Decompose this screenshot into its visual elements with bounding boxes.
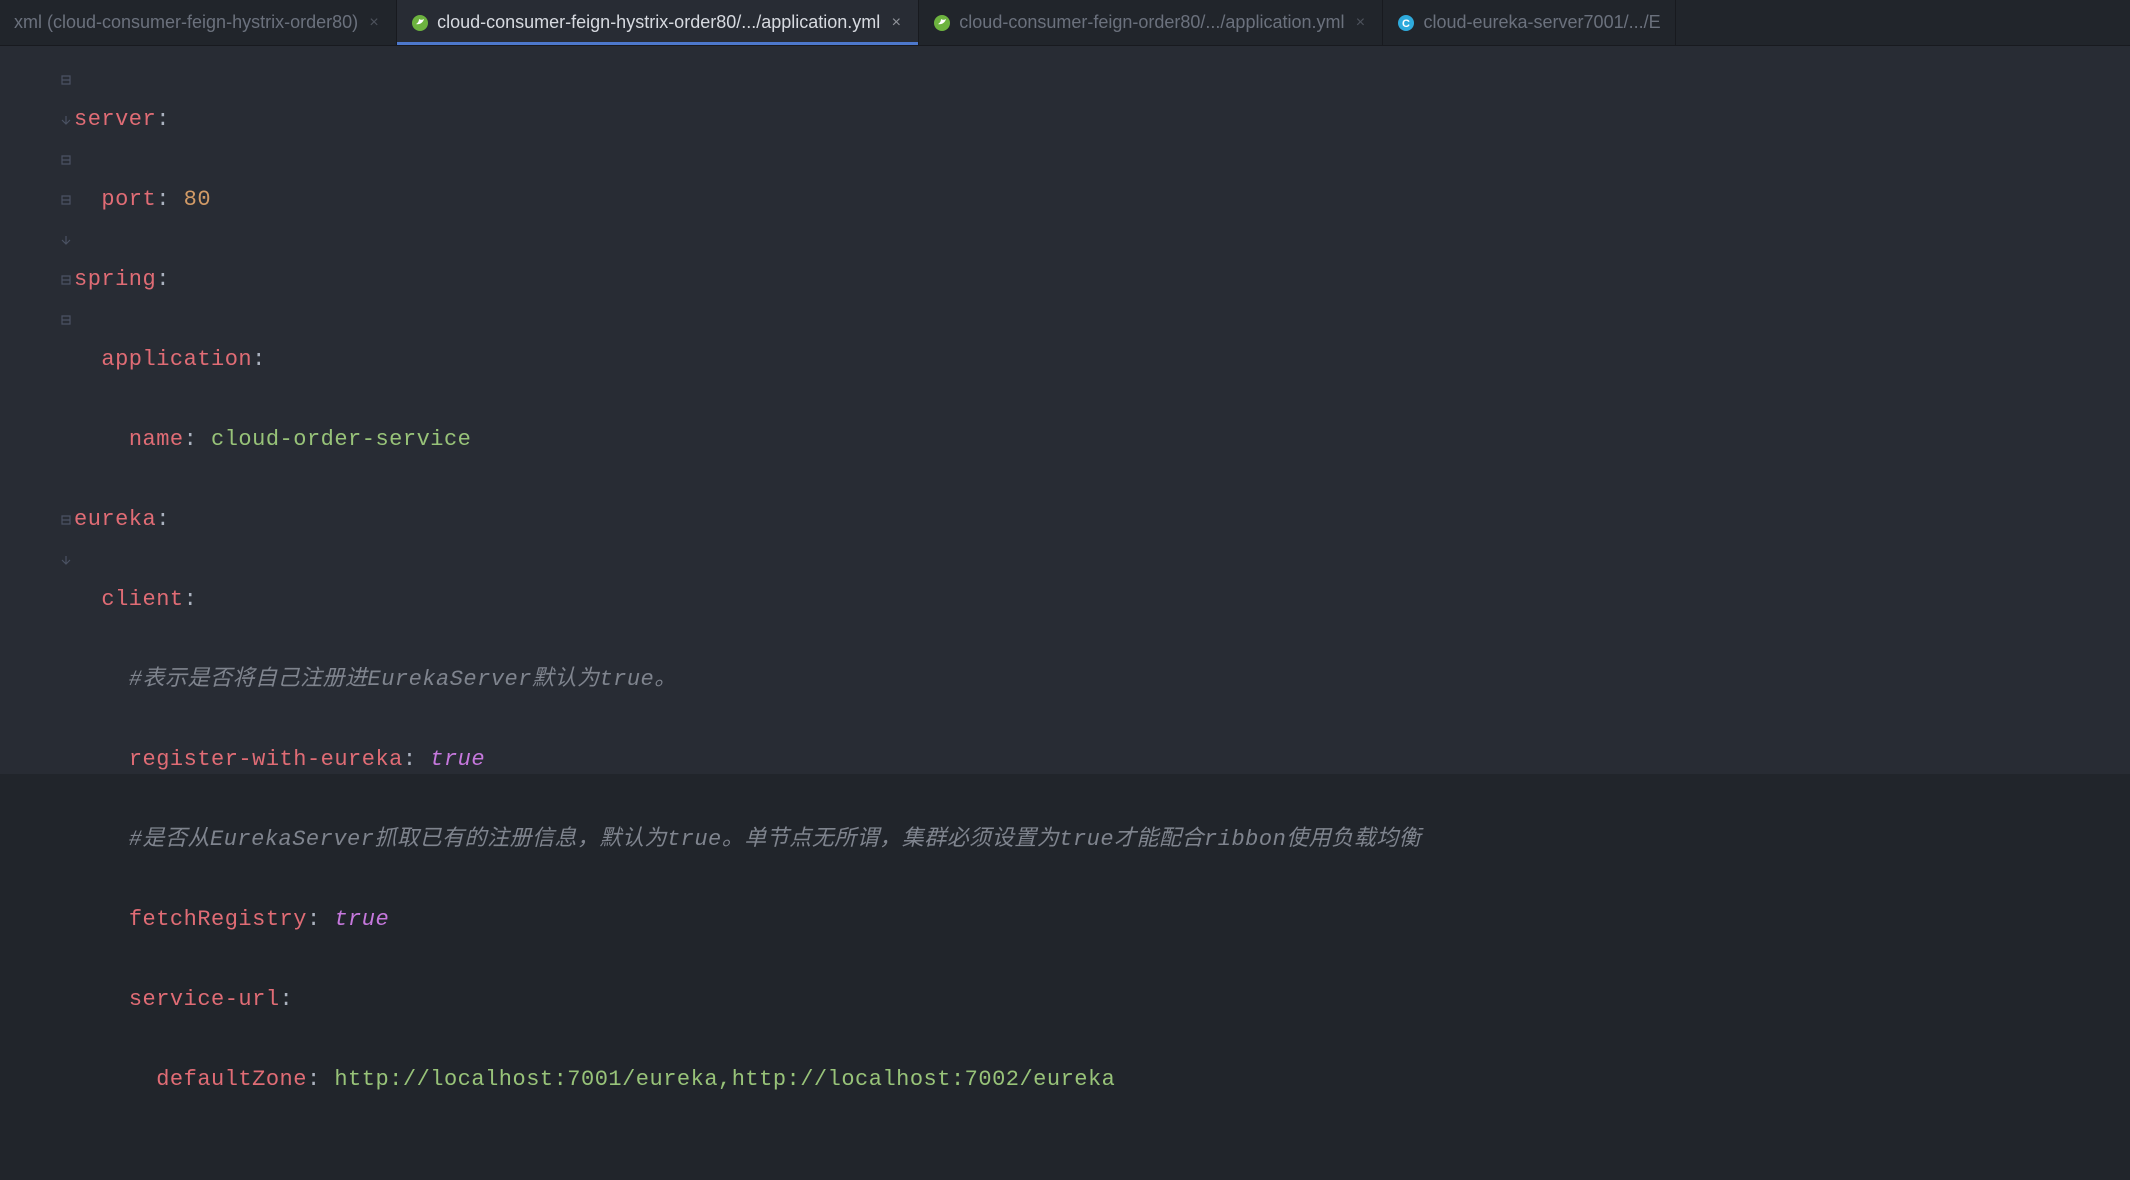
code-line: eureka: [74,500,1421,540]
close-icon[interactable]: × [888,14,904,32]
tab-eureka-server[interactable]: C cloud-eureka-server7001/.../E [1383,0,1675,45]
fold-marker[interactable] [58,60,74,100]
spring-icon [411,14,429,32]
fold-marker[interactable] [58,180,74,220]
yaml-colon: : [156,187,183,212]
code-line: server: [74,100,1421,140]
fold-marker[interactable] [58,260,74,300]
code-line: name: cloud-order-service [74,420,1421,460]
yaml-key: application [101,347,252,372]
editor[interactable]: server: port: 80 spring: application: na… [0,46,2130,774]
tab-label: xml (cloud-consumer-feign-hystrix-order8… [14,12,358,33]
yaml-key: server [74,107,156,132]
yaml-colon: : [156,107,170,132]
yaml-string: cloud-order-service [211,427,471,452]
code-line: #表示是否将自己注册进EurekaServer默认为true。 [74,660,1421,700]
class-icon: C [1397,14,1415,32]
tab-label: cloud-consumer-feign-order80/.../applica… [959,12,1344,33]
tab-label: cloud-eureka-server7001/.../E [1423,12,1660,33]
fold-marker [58,380,74,420]
code-line: #是否从EurekaServer抓取已有的注册信息，默认为true。单节点无所谓… [74,820,1421,860]
yaml-bool: true [430,747,485,772]
close-icon[interactable]: × [1352,14,1368,32]
svg-text:C: C [1403,18,1411,30]
yaml-comment: #表示是否将自己注册进EurekaServer默认为true。 [129,667,677,692]
yaml-colon: : [184,587,198,612]
fold-marker[interactable] [58,140,74,180]
code-line: spring: [74,260,1421,300]
code-line: port: 80 [74,180,1421,220]
tab-application-yml-hystrix[interactable]: cloud-consumer-feign-hystrix-order80/...… [397,0,919,45]
fold-marker[interactable] [58,500,74,540]
yaml-number: 80 [184,187,211,212]
code-line: fetchRegistry: true [74,900,1421,940]
yaml-key: defaultZone [156,1067,307,1092]
fold-marker [58,420,74,460]
yaml-key: fetchRegistry [129,907,307,932]
tab-application-yml-feign[interactable]: cloud-consumer-feign-order80/.../applica… [919,0,1383,45]
yaml-key: port [101,187,156,212]
fold-marker [58,340,74,380]
tab-label: cloud-consumer-feign-hystrix-order80/...… [437,12,880,33]
fold-marker[interactable] [58,540,74,580]
yaml-colon: : [156,267,170,292]
gutter [0,46,74,774]
fold-marker[interactable] [58,220,74,260]
code-line: defaultZone: http://localhost:7001/eurek… [74,1060,1421,1100]
spring-icon [933,14,951,32]
yaml-colon: : [156,507,170,532]
code-area[interactable]: server: port: 80 spring: application: na… [74,46,1421,774]
close-icon[interactable]: × [366,14,382,32]
fold-marker [58,460,74,500]
fold-marker[interactable] [58,300,74,340]
yaml-key: name [129,427,184,452]
yaml-bool: true [334,907,389,932]
code-line: register-with-eureka: true [74,740,1421,780]
code-line: client: [74,580,1421,620]
code-line: service-url: [74,980,1421,1020]
yaml-colon: : [184,427,211,452]
yaml-key: eureka [74,507,156,532]
yaml-key: spring [74,267,156,292]
yaml-comment: #是否从EurekaServer抓取已有的注册信息，默认为true。单节点无所谓… [129,827,1421,852]
fold-column [58,60,74,580]
yaml-colon: : [403,747,430,772]
tab-bar: xml (cloud-consumer-feign-hystrix-order8… [0,0,2130,46]
yaml-key: client [101,587,183,612]
yaml-colon: : [307,1067,334,1092]
fold-marker[interactable] [58,100,74,140]
code-line: application: [74,340,1421,380]
yaml-string: http://localhost:7001/eureka,http://loca… [334,1067,1115,1092]
yaml-colon: : [252,347,266,372]
yaml-colon: : [307,907,334,932]
yaml-colon: : [280,987,294,1012]
yaml-key: register-with-eureka [129,747,403,772]
tab-xml[interactable]: xml (cloud-consumer-feign-hystrix-order8… [0,0,397,45]
yaml-key: service-url [129,987,280,1012]
